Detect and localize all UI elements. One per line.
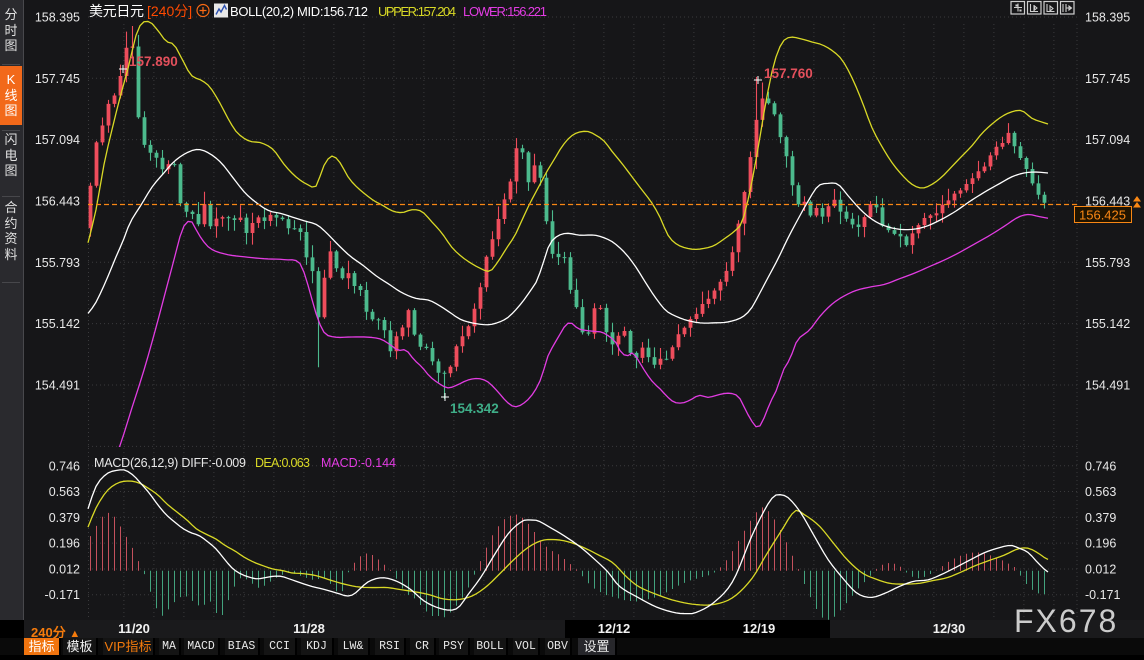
svg-text:UPPER:157.204: UPPER:157.204 [378,4,456,19]
svg-text:157.745: 157.745 [1085,72,1130,86]
svg-text:0.379: 0.379 [1085,511,1116,525]
svg-text:0.196: 0.196 [1085,537,1116,551]
svg-text:156.443: 156.443 [35,195,80,209]
svg-text:0.563: 0.563 [1085,485,1116,499]
svg-text:0.012: 0.012 [49,563,80,577]
svg-text:155.142: 155.142 [35,317,80,331]
svg-text:DEA:0.063: DEA:0.063 [255,456,310,470]
svg-text:BOLL(20,2) MID:156.712: BOLL(20,2) MID:156.712 [230,4,368,19]
svg-text:LOWER:156.221: LOWER:156.221 [463,4,547,19]
svg-text:0.379: 0.379 [49,511,80,525]
svg-text:0.012: 0.012 [1085,563,1116,577]
svg-text:美元日元: 美元日元 [89,3,144,19]
svg-text:155.793: 155.793 [35,256,80,270]
svg-text:0.196: 0.196 [49,537,80,551]
svg-text:156.425: 156.425 [1079,208,1126,223]
svg-text:154.491: 154.491 [35,379,80,393]
svg-text:[240分]: [240分] [147,3,192,19]
svg-text:-0.171: -0.171 [45,588,80,602]
svg-text:155.142: 155.142 [1085,317,1130,331]
svg-text:157.760: 157.760 [764,66,813,81]
svg-text:MACD:-0.144: MACD:-0.144 [321,456,396,470]
svg-text:MACD(26,12,9) DIFF:-0.009: MACD(26,12,9) DIFF:-0.009 [94,456,246,470]
svg-text:157.745: 157.745 [35,72,80,86]
svg-text:0.746: 0.746 [1085,459,1116,473]
svg-text:154.342: 154.342 [450,401,499,416]
svg-text:-0.171: -0.171 [1085,588,1120,602]
svg-text:157.094: 157.094 [1085,133,1130,147]
svg-text:154.491: 154.491 [1085,379,1130,393]
svg-text:157.094: 157.094 [35,133,80,147]
svg-text:157.890: 157.890 [129,54,178,69]
svg-text:0.746: 0.746 [49,459,80,473]
svg-text:158.395: 158.395 [1085,11,1130,25]
svg-text:158.395: 158.395 [35,11,80,25]
svg-text:155.793: 155.793 [1085,256,1130,270]
svg-text:0.563: 0.563 [49,485,80,499]
